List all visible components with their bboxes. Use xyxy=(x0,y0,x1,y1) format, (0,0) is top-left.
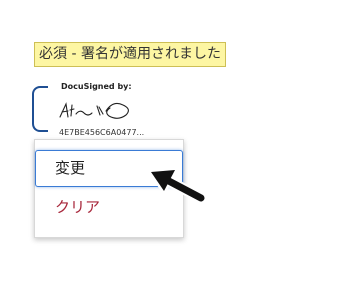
docusign-signature-block[interactable]: DocuSigned by: 4E7BE456C6A0477... xyxy=(32,80,202,138)
handwritten-signature-icon xyxy=(59,102,129,119)
pointer-arrow-icon xyxy=(148,167,206,204)
signature-id: 4E7BE456C6A0477... xyxy=(59,128,145,137)
required-signature-banner: 必須 - 署名が適用されました xyxy=(34,42,226,67)
docusigned-by-label: DocuSigned by: xyxy=(61,82,132,91)
signature-bracket xyxy=(32,86,48,132)
